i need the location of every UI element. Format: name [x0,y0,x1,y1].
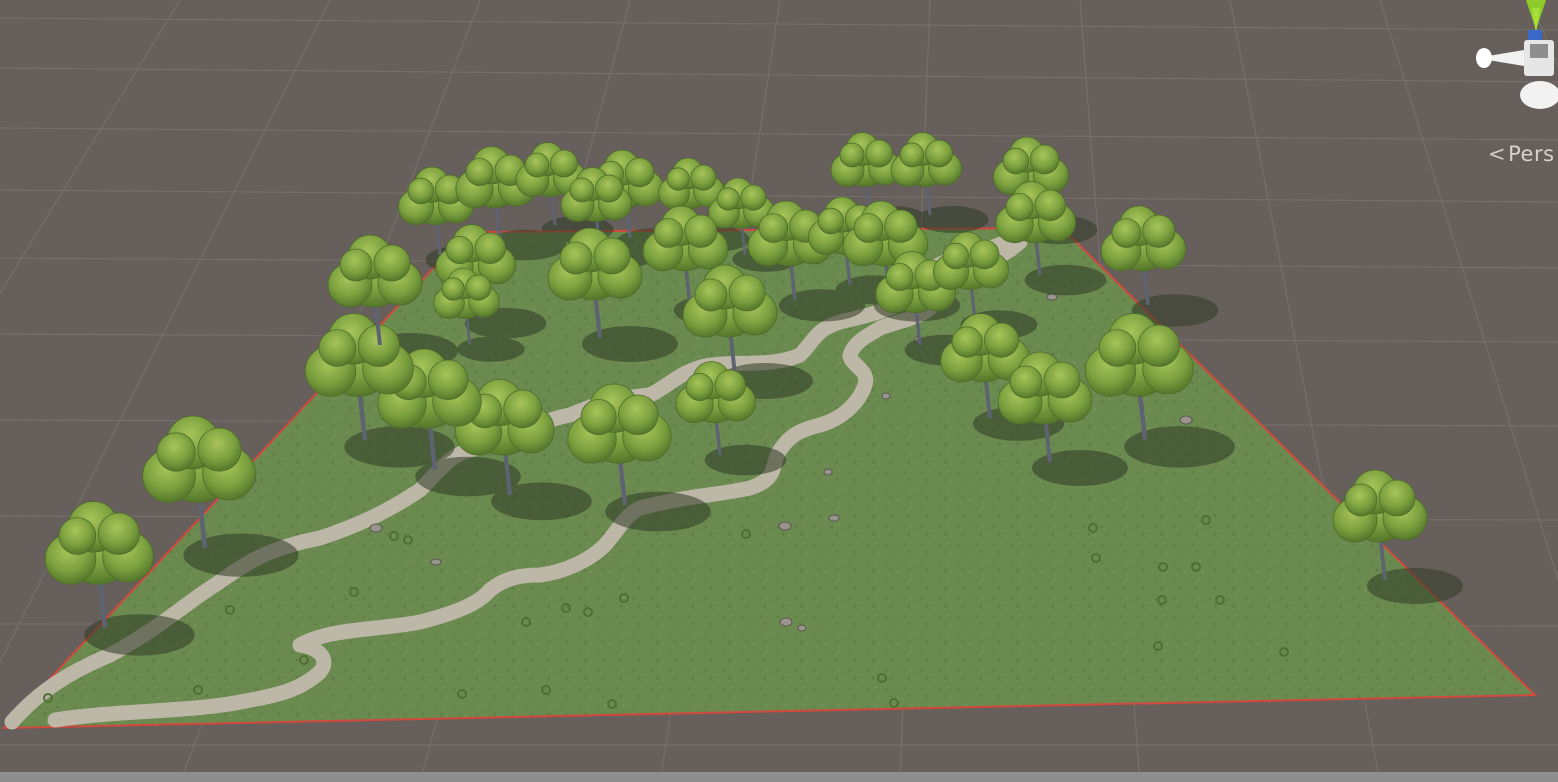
scene-canvas[interactable] [0,0,1558,782]
tree-foliage [653,218,684,248]
tree-foliage [524,152,550,178]
tree-foliage [925,139,953,168]
tree-foliage [1098,329,1137,367]
tree-foliage [685,372,714,401]
tree-shadow [183,533,299,577]
tree-foliage [1378,479,1416,517]
tree-foliage [714,369,746,402]
tree-shadow [605,491,711,532]
tree-foliage [1034,189,1066,222]
tree-foliage [969,239,1000,270]
scene-bottom-edge [0,772,1558,782]
tree-foliage [716,187,740,211]
tree-shadow [1124,426,1235,468]
tree-foliage [684,214,718,248]
tree-foliage [58,517,97,555]
tree-foliage [503,389,542,429]
tree-foliage [1009,365,1043,399]
tree-shadow [916,206,989,233]
tree-foliage [1137,324,1180,367]
tree-foliage [593,237,631,275]
tree[interactable] [890,132,962,216]
tree-foliage [428,359,469,400]
tree-foliage [728,274,766,312]
tree-foliage [339,248,373,282]
tree-foliage [839,142,865,168]
tree-foliage [474,232,506,265]
tree-foliage [865,139,893,168]
tree-foliage [445,235,474,264]
tree-shadow [344,426,455,468]
tree-foliage [817,207,845,235]
tree-shadow [1032,450,1128,486]
tree-foliage [942,242,970,270]
tree-foliage [983,322,1019,358]
tree-foliage [550,149,578,178]
tree-foliage [156,432,196,472]
tree-foliage [1002,147,1030,175]
tree-foliage [1029,144,1060,175]
tree-foliage [690,164,717,191]
tree-foliage [97,512,140,555]
tree-foliage [666,167,690,191]
tree-foliage [694,278,728,312]
tree-foliage [318,329,357,367]
tree-foliage [624,157,655,188]
tree-foliage [1111,218,1142,248]
chevron-left-icon: < [1488,142,1507,166]
tree-foliage [1344,483,1378,517]
tree-foliage [885,262,914,291]
scene-orientation-gizmo-icon[interactable] [1470,0,1558,112]
tree-foliage [559,241,593,275]
tree-foliage [1005,192,1034,221]
tree-foliage [407,177,435,205]
tree-shadow [457,336,525,362]
tree-foliage [595,174,623,203]
tree-foliage [1043,361,1081,399]
tree-foliage [373,244,411,282]
tree-foliage [580,398,617,435]
tree-foliage [758,213,789,243]
tree-foliage [1142,214,1176,248]
projection-toggle[interactable]: <Pers [1488,142,1555,166]
projection-label: Pers [1508,142,1555,166]
tree-shadow [84,614,195,656]
tree-foliage [465,274,492,301]
tree-foliage [853,213,884,243]
tree-shadow [582,326,678,362]
tree-foliage [884,209,918,243]
tree-foliage [951,326,983,358]
tree-foliage [465,157,494,186]
tree-foliage [569,177,595,203]
tree-foliage [441,277,465,301]
tree-shadow [704,444,787,476]
tree-foliage [740,184,767,211]
tree-shadow [1367,568,1463,604]
scene-viewport[interactable]: <Pers [0,0,1558,782]
tree-shadow [1024,264,1107,296]
tree-foliage [899,142,925,168]
tree-foliage [618,394,659,435]
tree-foliage [197,427,242,472]
